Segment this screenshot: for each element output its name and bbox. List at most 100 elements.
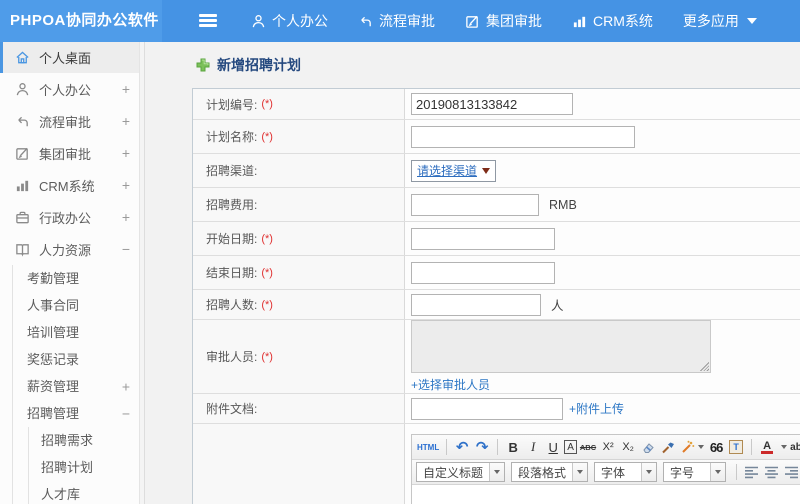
nav-more-apps[interactable]: 更多应用	[668, 0, 772, 42]
form-row-plan-name: 计划名称: (*)	[193, 120, 800, 154]
subscript-button[interactable]: X₂	[619, 437, 637, 457]
fee-input[interactable]	[411, 193, 539, 216]
edit-icon	[466, 15, 478, 28]
book-icon	[16, 243, 29, 257]
blockquote-button[interactable]: 66	[707, 437, 725, 457]
sidebar-item-talent-pool[interactable]: 人才库	[29, 481, 144, 504]
app-logo[interactable]: PHPOA协同办公软件	[0, 0, 162, 42]
expand-icon[interactable]: +	[122, 145, 130, 161]
required-mark: (*)	[261, 98, 273, 110]
attachment-input[interactable]	[411, 397, 563, 420]
plan-name-input[interactable]	[411, 125, 635, 148]
align-center-button[interactable]	[763, 462, 781, 482]
expand-icon[interactable]: +	[122, 209, 130, 225]
nav-crm-system[interactable]: CRM系统	[557, 0, 668, 42]
home-icon	[16, 51, 29, 64]
select-arrow-icon	[482, 167, 491, 174]
expand-icon[interactable]: +	[122, 177, 130, 193]
eraser-button[interactable]	[639, 437, 657, 457]
sidebar-item-personal-office[interactable]: 个人办公 +	[0, 73, 144, 105]
sidebar-item-recruit-plan[interactable]: 招聘计划	[29, 454, 144, 481]
headcount-unit: 人	[551, 299, 564, 313]
sidebar-item-hr-contract[interactable]: 人事合同	[13, 292, 144, 319]
html-source-button[interactable]: HTML	[416, 437, 440, 457]
sidebar-item-label: 个人办公	[39, 82, 92, 98]
field-label-empty	[193, 424, 405, 504]
font-color-button[interactable]: A	[758, 437, 776, 457]
nav-personal-office[interactable]: 个人办公	[236, 0, 343, 42]
align-right-icon	[785, 466, 799, 478]
hamburger-menu-icon[interactable]	[198, 14, 218, 28]
paste-text-icon: T	[729, 440, 744, 454]
sidebar-scrollbar[interactable]	[139, 42, 144, 504]
expand-icon[interactable]: +	[122, 113, 130, 129]
align-right-button[interactable]	[783, 462, 800, 482]
rich-text-editor: HTML ↶ ↷ B I U A ABC X² X₂ 66 T A ab 自定义…	[411, 434, 800, 504]
editor-content-area[interactable]	[412, 485, 800, 504]
sidebar-item-recruit-demand[interactable]: 招聘需求	[29, 427, 144, 454]
top-nav: 个人办公 流程审批 集团审批 CRM系统 更多应用	[236, 0, 772, 42]
chevron-down-icon	[715, 470, 722, 474]
bold-button[interactable]: B	[504, 437, 522, 457]
sidebar-item-salary[interactable]: 薪资管理 +	[13, 373, 144, 400]
nav-workflow-approval[interactable]: 流程审批	[343, 0, 450, 42]
redo-button[interactable]: ↷	[473, 437, 491, 457]
sidebar-item-recruit-mgmt[interactable]: 招聘管理 −	[13, 400, 144, 427]
font-family-dropdown[interactable]: 字体	[594, 462, 658, 482]
field-label: 开始日期: (*)	[193, 222, 405, 255]
format-painter-button[interactable]	[679, 437, 705, 457]
required-mark: (*)	[261, 266, 273, 279]
dropdown-value: 字体	[601, 465, 626, 480]
sidebar-item-desktop[interactable]: 个人桌面	[0, 42, 144, 73]
font-color-glyph: A	[763, 439, 772, 452]
channel-select-value: 请选择渠道	[417, 164, 478, 178]
sidebar-item-label: 集团审批	[39, 146, 92, 162]
label-text: 开始日期:	[206, 232, 258, 246]
form-row-plan-no: 计划编号: (*)	[193, 89, 800, 120]
expand-icon[interactable]: +	[122, 81, 130, 97]
paste-as-text-button[interactable]: T	[727, 437, 745, 457]
resize-grip-icon[interactable]	[700, 362, 709, 371]
undo-button[interactable]: ↶	[453, 437, 471, 457]
highlight-button[interactable]: ab	[789, 437, 800, 457]
sidebar-item-label: 个人桌面	[39, 51, 92, 66]
expand-icon[interactable]: +	[122, 373, 130, 400]
heading-style-dropdown[interactable]: 自定义标题	[416, 462, 506, 482]
approvers-textarea[interactable]	[411, 320, 711, 373]
sidebar-item-group-approval[interactable]: 集团审批 +	[0, 137, 144, 169]
chevron-down-icon	[746, 18, 757, 24]
expand-icon[interactable]: −	[122, 241, 130, 257]
align-left-button[interactable]	[743, 462, 761, 482]
underline-button[interactable]: U	[544, 437, 562, 457]
briefcase-icon	[16, 211, 29, 223]
channel-select[interactable]: 请选择渠道	[411, 159, 497, 182]
editor-toolbar-row1: HTML ↶ ↷ B I U A ABC X² X₂ 66 T A ab	[412, 435, 800, 460]
sidebar-item-admin-office[interactable]: 行政办公 +	[0, 201, 144, 233]
headcount-input[interactable]	[411, 293, 541, 316]
select-approvers-link[interactable]: +选择审批人员	[411, 376, 490, 393]
start-date-input[interactable]	[411, 227, 555, 250]
field-label: 计划编号: (*)	[193, 89, 405, 119]
expand-icon[interactable]: −	[122, 400, 130, 427]
paragraph-format-dropdown[interactable]: 段落格式	[511, 462, 589, 482]
sidebar-item-label: CRM系统	[39, 178, 95, 194]
sidebar-item-rewards[interactable]: 奖惩记录	[13, 346, 144, 373]
strikethrough-button[interactable]: ABC	[579, 437, 597, 457]
superscript-button[interactable]: X²	[599, 437, 617, 457]
italic-button[interactable]: I	[524, 437, 542, 457]
font-size-dropdown[interactable]: 字号	[663, 462, 727, 482]
label-text: 招聘人数:	[206, 298, 258, 312]
end-date-input[interactable]	[411, 261, 555, 284]
nav-label: CRM系统	[593, 13, 653, 29]
sidebar-item-crm[interactable]: CRM系统 +	[0, 169, 144, 201]
attachment-upload-link[interactable]: +附件上传	[569, 400, 624, 417]
sidebar-item-training[interactable]: 培训管理	[13, 319, 144, 346]
sidebar-item-workflow-approval[interactable]: 流程审批 +	[0, 105, 144, 137]
sidebar-item-hr[interactable]: 人力资源 −	[0, 233, 144, 265]
plan-no-input[interactable]	[411, 93, 573, 115]
page-title: 新增招聘计划	[217, 57, 301, 73]
font-border-button[interactable]: A	[564, 440, 577, 454]
nav-group-approval[interactable]: 集团审批	[450, 0, 557, 42]
sidebar-item-attendance[interactable]: 考勤管理	[13, 265, 144, 292]
clean-format-button[interactable]	[659, 437, 677, 457]
